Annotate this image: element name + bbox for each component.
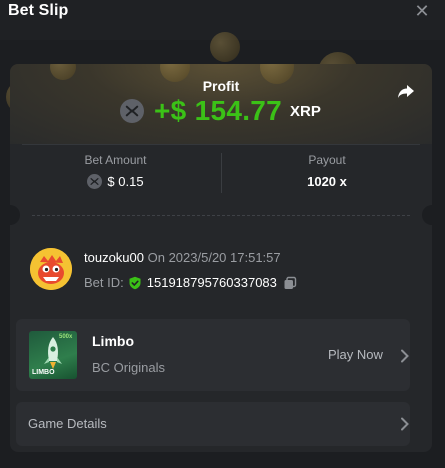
game-provider: BC Originals [92, 360, 165, 375]
shield-check-icon [129, 276, 141, 289]
game-name: Limbo [92, 333, 134, 349]
share-icon[interactable] [396, 81, 416, 101]
game-thumb-label: LIMBO [32, 369, 55, 376]
bet-id-value: 151918795760337083 [146, 275, 277, 290]
bet-id-label: Bet ID: [84, 275, 124, 290]
xrp-icon [87, 174, 103, 189]
bet-card: Profit +$ 154.77 XRP Bet Amount $ 0.15 P… [10, 64, 432, 452]
copy-icon[interactable] [283, 276, 297, 290]
profit-amount: +$ 154.77 [154, 95, 283, 126]
decorative-coin [210, 32, 240, 62]
bet-slip-modal: Bet Slip ✕ Profit +$ 154.77 XRP Bet Amou… [0, 0, 445, 468]
user-line: touzoku00 On 2023/5/20 17:51:57 [84, 250, 281, 265]
xrp-icon [120, 99, 144, 123]
chevron-right-icon [401, 349, 409, 363]
chevron-right-icon [401, 417, 409, 431]
profit-label: Profit [202, 78, 240, 94]
close-icon[interactable]: ✕ [413, 2, 431, 20]
bet-amount-text: $ 0.15 [107, 174, 144, 189]
dashed-separator [32, 215, 410, 216]
divider [22, 144, 420, 145]
game-thumb-multiplier: 500x [59, 334, 73, 340]
ticket-notch [422, 205, 432, 225]
game-card[interactable]: 500x LIMBO Limbo BC Originals Play Now [16, 319, 410, 391]
profit-row: +$ 154.77 XRP [120, 94, 321, 128]
username[interactable]: touzoku00 [84, 250, 144, 265]
profit-section: Profit +$ 154.77 XRP [10, 64, 432, 144]
bet-amount-value: $ 0.15 [10, 174, 221, 189]
ticket-notch [10, 205, 20, 225]
bet-amount-label: Bet Amount [84, 153, 147, 167]
avatar[interactable] [30, 248, 72, 290]
game-details-label: Game Details [28, 416, 107, 431]
bet-timestamp: On 2023/5/20 17:51:57 [147, 250, 281, 265]
play-now-link[interactable]: Play Now [328, 347, 383, 362]
bet-id-row: Bet ID: 151918795760337083 [84, 275, 297, 290]
payout-value: 1020 x [307, 174, 347, 189]
profit-currency: XRP [290, 102, 321, 120]
modal-title: Bet Slip [8, 2, 69, 19]
payout-label: Payout [308, 153, 346, 167]
game-details-row[interactable]: Game Details [16, 402, 410, 446]
game-thumbnail[interactable]: 500x LIMBO [29, 331, 77, 379]
